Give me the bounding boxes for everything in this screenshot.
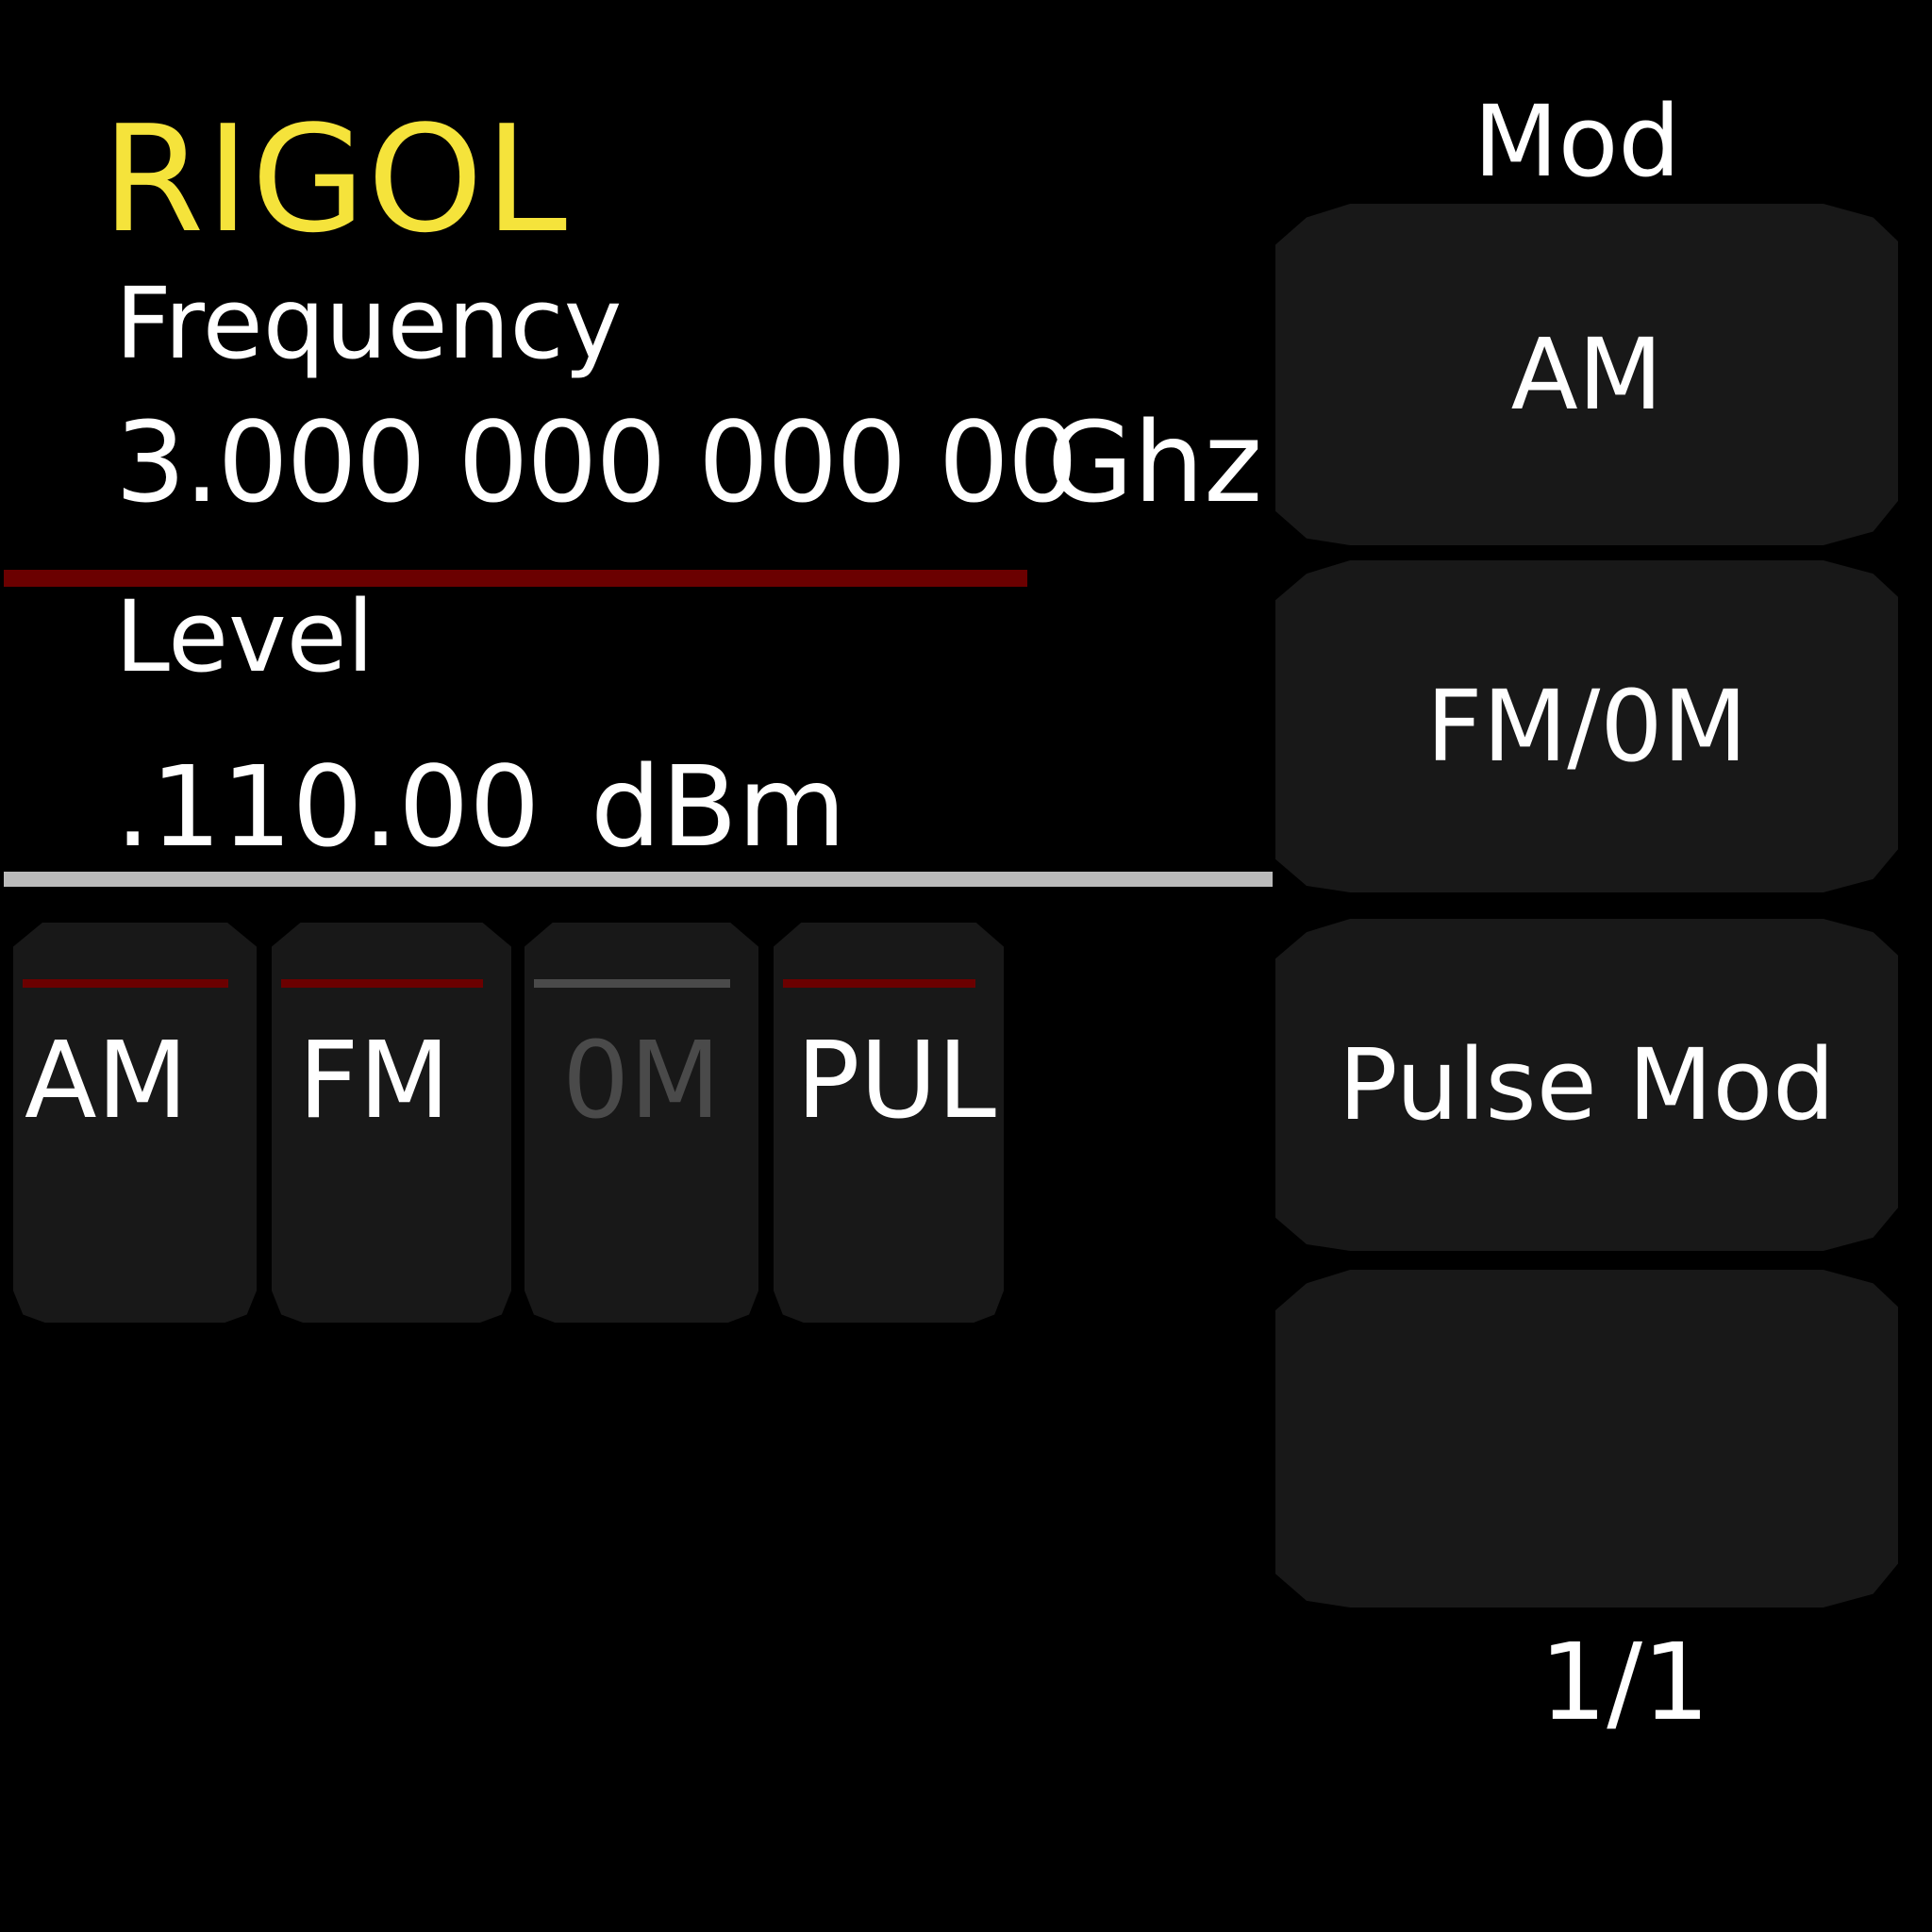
status-key-pul[interactable]: PUL [774, 923, 1004, 1323]
status-key-indicator [281, 979, 483, 988]
status-key-indicator [23, 979, 228, 988]
softkey-label: AM [1510, 317, 1663, 432]
status-key-label: PUL [796, 1020, 996, 1142]
level-label: Level [115, 579, 375, 694]
status-key-indicator [783, 979, 975, 988]
softkey-am[interactable]: AM [1275, 204, 1898, 545]
level-divider [4, 872, 1273, 887]
page-indicator: 1/1 [1540, 1622, 1710, 1744]
frequency-unit: Ghz [1047, 397, 1263, 527]
frequency-value[interactable]: 3.000 000 000 00 [115, 406, 1078, 519]
status-key-fm[interactable]: FM [272, 923, 511, 1323]
softkey-pulse-mod[interactable]: Pulse Mod [1275, 919, 1898, 1251]
softkey-label: FM/0M [1425, 669, 1748, 784]
status-key-label: FM [298, 1020, 451, 1142]
rigol-logo: RIGOL [102, 93, 569, 265]
status-key-indicator [534, 979, 730, 988]
menu-title: Mod [1474, 84, 1681, 199]
status-key-label: AM [25, 1020, 189, 1142]
status-key-am[interactable]: AM [13, 923, 257, 1323]
softkey-empty[interactable] [1275, 1270, 1898, 1607]
status-key-0m[interactable]: 0M [525, 923, 758, 1323]
level-value[interactable]: .110.00 [115, 750, 540, 863]
level-unit: dBm [591, 741, 846, 872]
status-key-label: 0M [562, 1020, 721, 1142]
softkey-label: Pulse Mod [1338, 1027, 1836, 1142]
softkey-fm-0m[interactable]: FM/0M [1275, 560, 1898, 892]
frequency-label: Frequency [115, 266, 623, 381]
